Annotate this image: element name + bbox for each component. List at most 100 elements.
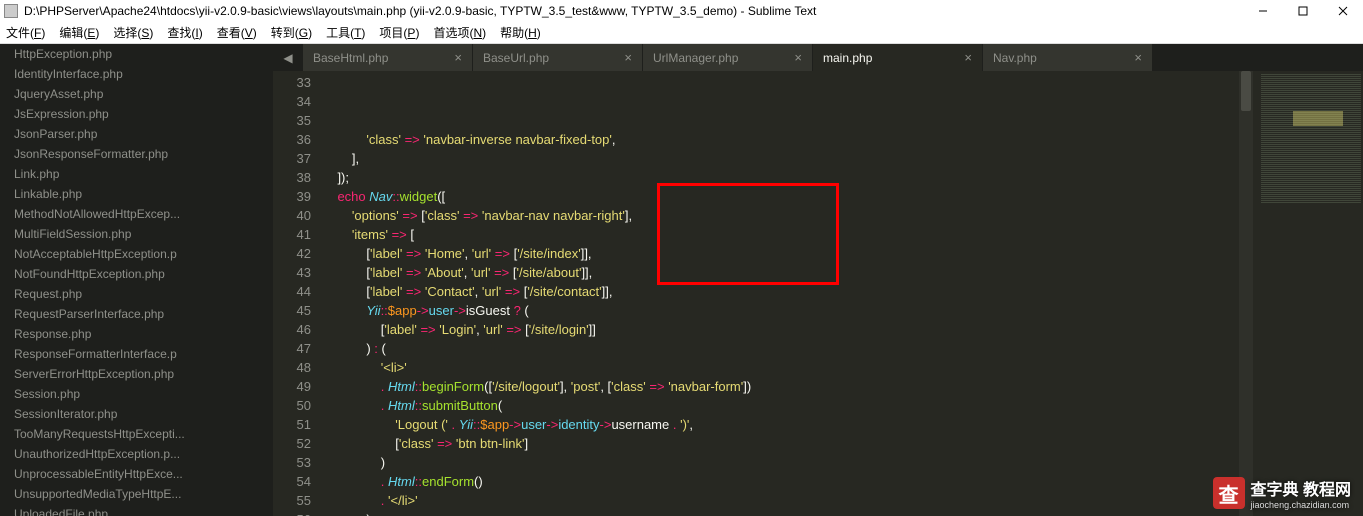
line-number: 51 — [273, 415, 311, 434]
code-line[interactable]: ['class' => 'btn btn-link'] — [323, 434, 1253, 453]
window-controls — [1243, 0, 1363, 22]
sidebar-item[interactable]: IdentityInterface.php — [0, 64, 273, 84]
code-line[interactable]: . Html::beginForm(['/site/logout'], 'pos… — [323, 377, 1253, 396]
menu-project[interactable]: 项目(P) — [379, 24, 419, 41]
code-line[interactable]: ) — [323, 453, 1253, 472]
tab-label: main.php — [823, 51, 956, 65]
sidebar-item[interactable]: ResponseFormatterInterface.p — [0, 344, 273, 364]
line-number: 43 — [273, 263, 311, 282]
sidebar-item[interactable]: JsExpression.php — [0, 104, 273, 124]
line-number: 39 — [273, 187, 311, 206]
code-line[interactable]: ['label' => 'About', 'url' => ['/site/ab… — [323, 263, 1253, 282]
minimap-accent — [1293, 111, 1343, 126]
code-line[interactable]: 'options' => ['class' => 'navbar-nav nav… — [323, 206, 1253, 225]
line-number: 49 — [273, 377, 311, 396]
menu-goto[interactable]: 转到(G) — [271, 24, 312, 41]
sidebar-item[interactable]: UploadedFile.php — [0, 504, 273, 516]
code-line[interactable]: . Html::submitButton( — [323, 396, 1253, 415]
editor-area: ◀ BaseHtml.php×BaseUrl.php×UrlManager.ph… — [273, 44, 1363, 516]
code-line[interactable]: ['label' => 'Home', 'url' => ['/site/ind… — [323, 244, 1253, 263]
code-line[interactable]: echo Nav::widget([ — [323, 187, 1253, 206]
sidebar-item[interactable]: JsonParser.php — [0, 124, 273, 144]
sidebar-item[interactable]: Session.php — [0, 384, 273, 404]
sidebar-item[interactable]: RequestParserInterface.php — [0, 304, 273, 324]
sidebar-item[interactable]: MethodNotAllowedHttpExcep... — [0, 204, 273, 224]
line-number: 35 — [273, 111, 311, 130]
line-number: 44 — [273, 282, 311, 301]
sidebar-item[interactable]: Request.php — [0, 284, 273, 304]
code-line[interactable]: ]); — [323, 168, 1253, 187]
sidebar-item[interactable]: Response.php — [0, 324, 273, 344]
sidebar-item[interactable]: ServerErrorHttpException.php — [0, 364, 273, 384]
sidebar[interactable]: HttpException.phpIdentityInterface.phpJq… — [0, 44, 273, 516]
close-icon[interactable]: × — [794, 50, 802, 65]
close-button[interactable] — [1323, 0, 1363, 22]
sidebar-item[interactable]: UnsupportedMediaTypeHttpE... — [0, 484, 273, 504]
minimize-button[interactable] — [1243, 0, 1283, 22]
close-icon[interactable]: × — [454, 50, 462, 65]
code-line[interactable]: '<li>' — [323, 358, 1253, 377]
sidebar-item[interactable]: TooManyRequestsHttpExcepti... — [0, 424, 273, 444]
close-icon[interactable]: × — [624, 50, 632, 65]
code-line[interactable]: ) — [323, 510, 1253, 516]
tab-label: UrlManager.php — [653, 51, 786, 65]
sidebar-item[interactable]: MultiFieldSession.php — [0, 224, 273, 244]
tab[interactable]: BaseHtml.php × — [303, 44, 473, 71]
sidebar-item[interactable]: NotAcceptableHttpException.p — [0, 244, 273, 264]
sidebar-item[interactable]: HttpException.php — [0, 44, 273, 64]
tabbar: BaseHtml.php×BaseUrl.php×UrlManager.php×… — [273, 44, 1363, 71]
code-line[interactable]: Yii::$app->user->isGuest ? ( — [323, 301, 1253, 320]
menu-tools[interactable]: 工具(T) — [326, 24, 365, 41]
tab[interactable]: BaseUrl.php× — [473, 44, 643, 71]
line-number: 41 — [273, 225, 311, 244]
line-number: 34 — [273, 92, 311, 111]
sidebar-item[interactable]: NotFoundHttpException.php — [0, 264, 273, 284]
menu-view[interactable]: 查看(V) — [217, 24, 257, 41]
tab[interactable]: main.php × — [813, 44, 983, 71]
sidebar-item[interactable]: Link.php — [0, 164, 273, 184]
menu-prefs[interactable]: 首选项(N) — [433, 24, 486, 41]
close-icon[interactable]: × — [964, 50, 972, 65]
close-icon[interactable]: × — [1134, 50, 1142, 65]
menu-select[interactable]: 选择(S) — [113, 24, 153, 41]
menu-help[interactable]: 帮助(H) — [500, 24, 541, 41]
tab-label: BaseHtml.php — [313, 51, 446, 65]
scrollbar-thumb[interactable] — [1241, 71, 1251, 111]
code-area[interactable]: 3334353637383940414243444546474849505152… — [273, 71, 1363, 516]
menubar: 文件(F) 编辑(E) 选择(S) 查找(I) 查看(V) 转到(G) 工具(T… — [0, 22, 1363, 44]
code-line[interactable]: ], — [323, 149, 1253, 168]
tab[interactable]: UrlManager.php × — [643, 44, 813, 71]
sidebar-item[interactable]: UnprocessableEntityHttpExce... — [0, 464, 273, 484]
menu-find[interactable]: 查找(I) — [167, 24, 202, 41]
code-line[interactable]: ['label' => 'Contact', 'url' => ['/site/… — [323, 282, 1253, 301]
minimap[interactable] — [1253, 71, 1363, 516]
sidebar-item[interactable]: JqueryAsset.php — [0, 84, 273, 104]
maximize-button[interactable] — [1283, 0, 1323, 22]
line-number: 53 — [273, 453, 311, 472]
sidebar-item[interactable]: JsonResponseFormatter.php — [0, 144, 273, 164]
vertical-scrollbar[interactable] — [1239, 71, 1253, 516]
menu-file[interactable]: 文件(F) — [6, 24, 45, 41]
tab-scroll-left-icon[interactable]: ◀ — [273, 44, 303, 71]
line-number: 56 — [273, 510, 311, 516]
code-line[interactable]: . '</li>' — [323, 491, 1253, 510]
line-number: 36 — [273, 130, 311, 149]
sidebar-item[interactable]: UnauthorizedHttpException.p... — [0, 444, 273, 464]
code-line[interactable]: 'Logout (' . Yii::$app->user->identity->… — [323, 415, 1253, 434]
minimap-content — [1261, 73, 1361, 203]
line-number: 50 — [273, 396, 311, 415]
code-line[interactable]: . Html::endForm() — [323, 472, 1253, 491]
line-number: 54 — [273, 472, 311, 491]
sidebar-item[interactable]: Linkable.php — [0, 184, 273, 204]
sidebar-item[interactable]: SessionIterator.php — [0, 404, 273, 424]
line-number: 47 — [273, 339, 311, 358]
titlebar: D:\PHPServer\Apache24\htdocs\yii-v2.0.9-… — [0, 0, 1363, 22]
code-line[interactable]: 'items' => [ — [323, 225, 1253, 244]
code-line[interactable]: ['label' => 'Login', 'url' => ['/site/lo… — [323, 320, 1253, 339]
code-content[interactable]: 'class' => 'navbar-inverse navbar-fixed-… — [323, 71, 1253, 516]
code-line[interactable]: 'class' => 'navbar-inverse navbar-fixed-… — [323, 130, 1253, 149]
menu-edit[interactable]: 编辑(E) — [59, 24, 99, 41]
code-line[interactable]: ) : ( — [323, 339, 1253, 358]
line-number: 37 — [273, 149, 311, 168]
tab[interactable]: Nav.php× — [983, 44, 1153, 71]
